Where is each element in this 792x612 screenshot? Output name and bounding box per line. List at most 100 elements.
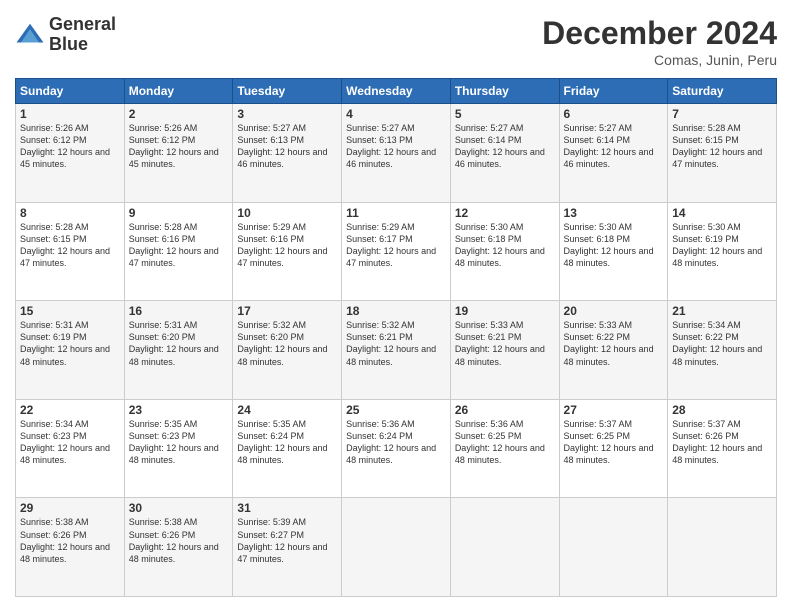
calendar-cell: 19Sunrise: 5:33 AMSunset: 6:21 PMDayligh… (450, 301, 559, 400)
day-detail: Sunrise: 5:28 AMSunset: 6:16 PMDaylight:… (129, 221, 229, 270)
calendar-week-2: 15Sunrise: 5:31 AMSunset: 6:19 PMDayligh… (16, 301, 777, 400)
column-header-wednesday: Wednesday (342, 79, 451, 104)
calendar-cell: 28Sunrise: 5:37 AMSunset: 6:26 PMDayligh… (668, 399, 777, 498)
day-detail: Sunrise: 5:27 AMSunset: 6:13 PMDaylight:… (346, 122, 446, 171)
column-header-thursday: Thursday (450, 79, 559, 104)
day-detail: Sunrise: 5:28 AMSunset: 6:15 PMDaylight:… (20, 221, 120, 270)
calendar-cell: 14Sunrise: 5:30 AMSunset: 6:19 PMDayligh… (668, 202, 777, 301)
day-number: 10 (237, 206, 337, 220)
day-detail: Sunrise: 5:29 AMSunset: 6:17 PMDaylight:… (346, 221, 446, 270)
calendar-body: 1Sunrise: 5:26 AMSunset: 6:12 PMDaylight… (16, 104, 777, 597)
calendar-cell: 26Sunrise: 5:36 AMSunset: 6:25 PMDayligh… (450, 399, 559, 498)
calendar-week-0: 1Sunrise: 5:26 AMSunset: 6:12 PMDaylight… (16, 104, 777, 203)
day-number: 6 (564, 107, 664, 121)
day-number: 31 (237, 501, 337, 515)
day-number: 20 (564, 304, 664, 318)
day-number: 2 (129, 107, 229, 121)
column-header-monday: Monday (124, 79, 233, 104)
calendar-week-3: 22Sunrise: 5:34 AMSunset: 6:23 PMDayligh… (16, 399, 777, 498)
day-detail: Sunrise: 5:29 AMSunset: 6:16 PMDaylight:… (237, 221, 337, 270)
day-number: 21 (672, 304, 772, 318)
day-detail: Sunrise: 5:31 AMSunset: 6:20 PMDaylight:… (129, 319, 229, 368)
day-detail: Sunrise: 5:32 AMSunset: 6:20 PMDaylight:… (237, 319, 337, 368)
day-number: 22 (20, 403, 120, 417)
column-header-sunday: Sunday (16, 79, 125, 104)
column-header-tuesday: Tuesday (233, 79, 342, 104)
day-detail: Sunrise: 5:32 AMSunset: 6:21 PMDaylight:… (346, 319, 446, 368)
day-number: 27 (564, 403, 664, 417)
day-number: 1 (20, 107, 120, 121)
day-number: 24 (237, 403, 337, 417)
day-detail: Sunrise: 5:39 AMSunset: 6:27 PMDaylight:… (237, 516, 337, 565)
day-detail: Sunrise: 5:33 AMSunset: 6:22 PMDaylight:… (564, 319, 664, 368)
day-number: 16 (129, 304, 229, 318)
day-detail: Sunrise: 5:27 AMSunset: 6:14 PMDaylight:… (564, 122, 664, 171)
column-header-saturday: Saturday (668, 79, 777, 104)
day-detail: Sunrise: 5:35 AMSunset: 6:24 PMDaylight:… (237, 418, 337, 467)
calendar-cell: 11Sunrise: 5:29 AMSunset: 6:17 PMDayligh… (342, 202, 451, 301)
calendar-cell: 20Sunrise: 5:33 AMSunset: 6:22 PMDayligh… (559, 301, 668, 400)
calendar-cell: 17Sunrise: 5:32 AMSunset: 6:20 PMDayligh… (233, 301, 342, 400)
day-number: 12 (455, 206, 555, 220)
day-detail: Sunrise: 5:33 AMSunset: 6:21 PMDaylight:… (455, 319, 555, 368)
calendar-cell: 23Sunrise: 5:35 AMSunset: 6:23 PMDayligh… (124, 399, 233, 498)
calendar-week-1: 8Sunrise: 5:28 AMSunset: 6:15 PMDaylight… (16, 202, 777, 301)
calendar-cell: 5Sunrise: 5:27 AMSunset: 6:14 PMDaylight… (450, 104, 559, 203)
day-detail: Sunrise: 5:37 AMSunset: 6:26 PMDaylight:… (672, 418, 772, 467)
calendar-cell: 8Sunrise: 5:28 AMSunset: 6:15 PMDaylight… (16, 202, 125, 301)
day-number: 7 (672, 107, 772, 121)
calendar-table: SundayMondayTuesdayWednesdayThursdayFrid… (15, 78, 777, 597)
day-number: 18 (346, 304, 446, 318)
day-number: 30 (129, 501, 229, 515)
calendar-cell (668, 498, 777, 597)
day-detail: Sunrise: 5:27 AMSunset: 6:14 PMDaylight:… (455, 122, 555, 171)
day-number: 28 (672, 403, 772, 417)
day-detail: Sunrise: 5:30 AMSunset: 6:18 PMDaylight:… (564, 221, 664, 270)
day-detail: Sunrise: 5:27 AMSunset: 6:13 PMDaylight:… (237, 122, 337, 171)
day-number: 25 (346, 403, 446, 417)
main-title: December 2024 (542, 15, 777, 52)
day-detail: Sunrise: 5:28 AMSunset: 6:15 PMDaylight:… (672, 122, 772, 171)
calendar-cell: 1Sunrise: 5:26 AMSunset: 6:12 PMDaylight… (16, 104, 125, 203)
day-number: 8 (20, 206, 120, 220)
day-number: 9 (129, 206, 229, 220)
calendar-cell (342, 498, 451, 597)
day-number: 29 (20, 501, 120, 515)
calendar-cell: 30Sunrise: 5:38 AMSunset: 6:26 PMDayligh… (124, 498, 233, 597)
day-number: 13 (564, 206, 664, 220)
day-detail: Sunrise: 5:34 AMSunset: 6:23 PMDaylight:… (20, 418, 120, 467)
day-detail: Sunrise: 5:31 AMSunset: 6:19 PMDaylight:… (20, 319, 120, 368)
day-number: 11 (346, 206, 446, 220)
calendar-cell: 29Sunrise: 5:38 AMSunset: 6:26 PMDayligh… (16, 498, 125, 597)
day-detail: Sunrise: 5:36 AMSunset: 6:24 PMDaylight:… (346, 418, 446, 467)
day-number: 3 (237, 107, 337, 121)
day-detail: Sunrise: 5:36 AMSunset: 6:25 PMDaylight:… (455, 418, 555, 467)
logo: General Blue (15, 15, 116, 55)
day-number: 4 (346, 107, 446, 121)
day-number: 17 (237, 304, 337, 318)
calendar-cell: 10Sunrise: 5:29 AMSunset: 6:16 PMDayligh… (233, 202, 342, 301)
day-number: 26 (455, 403, 555, 417)
day-detail: Sunrise: 5:34 AMSunset: 6:22 PMDaylight:… (672, 319, 772, 368)
calendar-cell: 7Sunrise: 5:28 AMSunset: 6:15 PMDaylight… (668, 104, 777, 203)
logo-text: General Blue (49, 15, 116, 55)
title-block: December 2024 Comas, Junin, Peru (542, 15, 777, 68)
day-number: 5 (455, 107, 555, 121)
calendar-cell: 4Sunrise: 5:27 AMSunset: 6:13 PMDaylight… (342, 104, 451, 203)
page: General Blue December 2024 Comas, Junin,… (0, 0, 792, 612)
day-detail: Sunrise: 5:26 AMSunset: 6:12 PMDaylight:… (20, 122, 120, 171)
column-header-friday: Friday (559, 79, 668, 104)
day-detail: Sunrise: 5:26 AMSunset: 6:12 PMDaylight:… (129, 122, 229, 171)
day-detail: Sunrise: 5:30 AMSunset: 6:18 PMDaylight:… (455, 221, 555, 270)
day-number: 15 (20, 304, 120, 318)
calendar-cell: 3Sunrise: 5:27 AMSunset: 6:13 PMDaylight… (233, 104, 342, 203)
day-detail: Sunrise: 5:38 AMSunset: 6:26 PMDaylight:… (20, 516, 120, 565)
calendar-cell: 6Sunrise: 5:27 AMSunset: 6:14 PMDaylight… (559, 104, 668, 203)
calendar-cell: 9Sunrise: 5:28 AMSunset: 6:16 PMDaylight… (124, 202, 233, 301)
calendar-cell: 21Sunrise: 5:34 AMSunset: 6:22 PMDayligh… (668, 301, 777, 400)
day-detail: Sunrise: 5:38 AMSunset: 6:26 PMDaylight:… (129, 516, 229, 565)
day-detail: Sunrise: 5:30 AMSunset: 6:19 PMDaylight:… (672, 221, 772, 270)
calendar-header-row: SundayMondayTuesdayWednesdayThursdayFrid… (16, 79, 777, 104)
calendar-cell (450, 498, 559, 597)
subtitle: Comas, Junin, Peru (542, 52, 777, 68)
